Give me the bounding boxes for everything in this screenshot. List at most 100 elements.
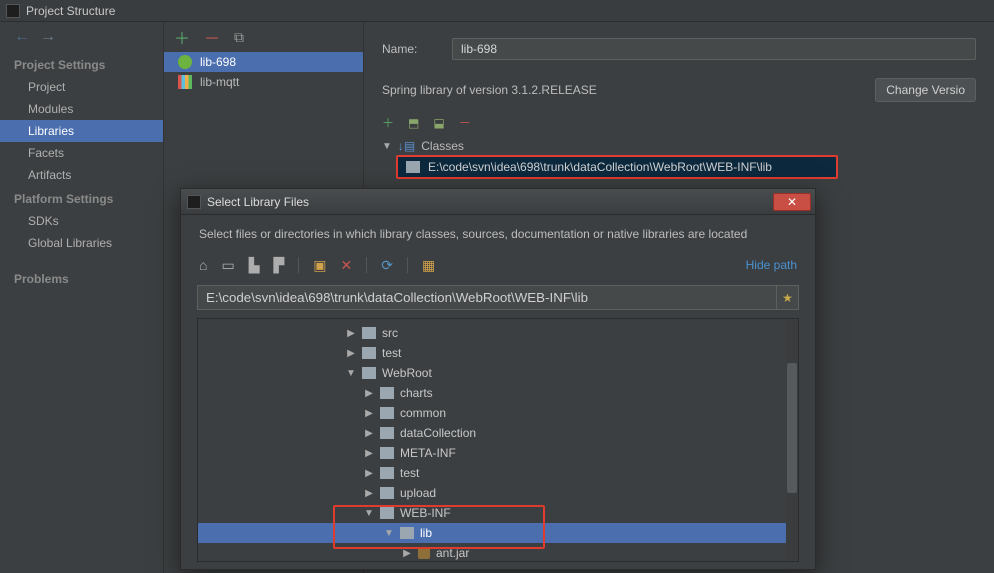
remove-classes-icon[interactable]: － [459,114,471,131]
expand-icon[interactable]: ▶ [402,548,412,559]
spring-icon [178,55,192,69]
show-hidden-icon[interactable]: ▦ [422,257,435,274]
expand-icon[interactable]: ▶ [364,388,374,399]
delete-icon[interactable]: ✕ [341,257,353,274]
add-classes-icon[interactable]: ＋ [382,114,394,131]
folder-icon [380,427,394,439]
expand-icon[interactable]: ▶ [346,328,356,339]
sidebar-item-sdks[interactable]: SDKs [0,210,163,232]
library-list-toolbar: ＋ － ⧉ [164,22,363,52]
tree-node[interactable]: ▶ upload [198,483,798,503]
sidebar-item-global-libraries[interactable]: Global Libraries [0,232,163,254]
toolbar-separator [298,257,299,273]
module-icon[interactable]: ▛ [273,257,284,274]
window-title: Project Structure [26,4,115,18]
tree-node-label: lib [420,526,432,540]
name-label: Name: [382,42,438,56]
sidebar-item-artifacts[interactable]: Artifacts [0,164,163,186]
expand-icon[interactable]: ▼ [382,141,392,152]
tree-node-label: src [382,326,398,340]
folder-icon [380,507,394,519]
change-version-button[interactable]: Change Versio [875,78,976,102]
tree-node[interactable]: ▶ charts [198,383,798,403]
tree-node[interactable]: ▼ WEB-INF [198,503,798,523]
expand-icon[interactable]: ▶ [364,408,374,419]
expand-icon[interactable]: ▶ [364,468,374,479]
nav-arrows: ← → [0,22,163,52]
scrollbar-thumb[interactable] [787,363,797,493]
sidebar-item-facets[interactable]: Facets [0,142,163,164]
tree-node-label: test [382,346,401,360]
sidebar-item-modules[interactable]: Modules [0,98,163,120]
home-icon[interactable]: ⌂ [199,257,207,273]
path-input[interactable] [197,285,777,310]
classes-tree: ▼ ↓▤ Classes E:\code\svn\idea\698\trunk\… [364,137,994,179]
sidebar-item-problems[interactable]: Problems [0,268,163,290]
tree-node[interactable]: ▼ lib [198,523,798,543]
desktop-icon[interactable]: ▭ [221,257,234,274]
folder-icon [380,487,394,499]
tree-node-label: WebRoot [382,366,432,380]
expand-icon[interactable]: ▼ [346,368,356,379]
expand-icon[interactable]: ▶ [346,348,356,359]
tree-node-label: charts [400,386,433,400]
attach-docs-icon[interactable]: ⬓ [433,116,444,130]
tree-scrollbar[interactable] [786,319,798,561]
classes-node[interactable]: ▼ ↓▤ Classes [378,137,980,155]
project-icon[interactable]: ▙ [249,257,260,274]
file-tree[interactable]: ▶src▶test▼WebRoot▶charts▶common▶dataColl… [198,319,798,562]
nav-forward-icon[interactable]: → [40,28,56,46]
tree-node[interactable]: ▶ src [198,323,798,343]
refresh-icon[interactable]: ⟳ [381,257,393,274]
app-logo-icon [187,195,201,209]
folder-icon [362,327,376,339]
expand-icon[interactable]: ▼ [384,528,394,539]
classes-toolbar: ＋ ⬒ ⬓ － [364,114,994,137]
tree-node[interactable]: ▶ test [198,343,798,363]
tree-node[interactable]: ▼ WebRoot [198,363,798,383]
library-name-input[interactable]: lib-698 [452,38,976,60]
new-folder-icon[interactable]: ▣ [313,257,326,274]
library-row-label: lib-698 [200,55,236,69]
tree-node-label: WEB-INF [400,506,451,520]
library-row-lib-698[interactable]: lib-698 [164,52,363,72]
path-history-icon[interactable]: ★ [777,285,799,310]
tree-node[interactable]: ▶ common [198,403,798,423]
attach-sources-icon[interactable]: ⬒ [408,116,419,130]
copy-library-icon[interactable]: ⧉ [234,29,244,46]
tree-node[interactable]: ▶test [198,463,798,483]
folder-icon [380,447,394,459]
library-icon [178,75,192,89]
nav-back-icon[interactable]: ← [14,28,30,46]
section-project-settings: Project Settings [0,52,163,76]
library-row-lib-mqtt[interactable]: lib-mqtt [164,72,363,92]
classes-label-text: Classes [421,139,464,153]
expand-icon[interactable]: ▼ [364,508,374,519]
folder-icon [380,407,394,419]
tree-node-label: upload [400,486,436,500]
toolbar-separator [407,257,408,273]
toolbar-separator [366,257,367,273]
add-library-icon[interactable]: ＋ [174,25,190,49]
expand-icon[interactable]: ▶ [364,488,374,499]
classes-folder-icon: ↓▤ [398,139,415,153]
folder-icon [400,527,414,539]
dialog-titlebar[interactable]: Select Library Files ✕ [181,189,815,215]
dialog-path-row: ★ [197,285,799,310]
hide-path-link[interactable]: Hide path [746,258,797,272]
folder-icon [406,161,420,173]
dialog-close-button[interactable]: ✕ [773,193,811,211]
sidebar-item-libraries[interactable]: Libraries [0,120,163,142]
section-platform-settings: Platform Settings [0,186,163,210]
expand-icon[interactable]: ▶ [364,428,374,439]
sidebar-item-project[interactable]: Project [0,76,163,98]
tree-node-label: common [400,406,446,420]
expand-icon[interactable]: ▶ [364,448,374,459]
remove-library-icon[interactable]: － [204,25,220,49]
tree-node[interactable]: ▶META-INF [198,443,798,463]
classes-path-text: E:\code\svn\idea\698\trunk\dataCollectio… [428,160,772,174]
classes-path-row[interactable]: E:\code\svn\idea\698\trunk\dataCollectio… [396,155,838,179]
app-logo-icon [6,4,20,18]
tree-node[interactable]: ▶ant.jar [198,543,798,562]
tree-node[interactable]: ▶dataCollection [198,423,798,443]
